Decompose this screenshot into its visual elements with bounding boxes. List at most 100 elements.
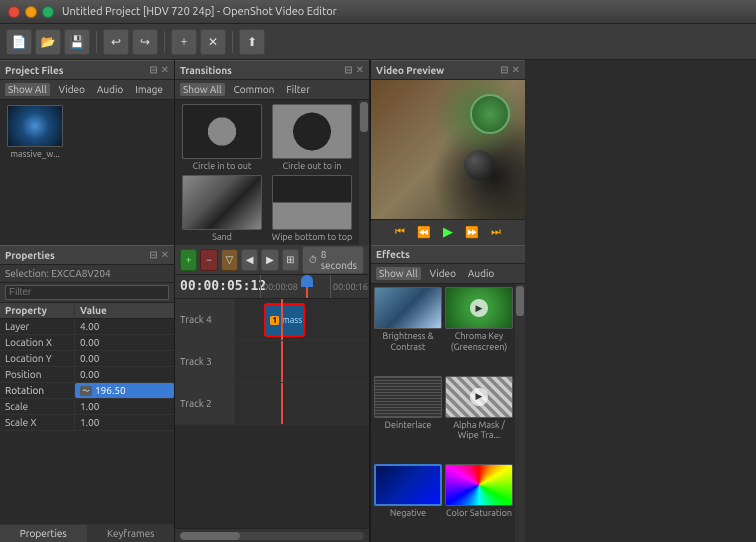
vp-resize-icon[interactable]: ⊟ (500, 64, 508, 76)
preview-end-button[interactable]: ⏭ (486, 223, 506, 243)
new-button[interactable]: 📄 (6, 29, 32, 55)
effects-grid: Brightness & Contrast ▶ Chroma Key (Gree… (371, 284, 515, 542)
minimize-button[interactable] (25, 6, 37, 18)
right-area: Video Preview ⊟ ✕ ⏮ ⏪ ▶ ⏩ ⏭ E (370, 60, 525, 542)
track-playhead-2 (281, 383, 283, 424)
track-content-3[interactable] (235, 341, 369, 382)
save-button[interactable]: 💾 (64, 29, 90, 55)
timeline-back-button[interactable]: ◀ (241, 249, 258, 271)
transition-sand[interactable]: Sand (179, 175, 265, 242)
prop-val-scalex[interactable]: 1.00 (75, 415, 174, 430)
transitions-scrollbar[interactable] (359, 100, 369, 245)
prop-row-scale[interactable]: Scale 1.00 (0, 399, 174, 415)
effect-chroma-key[interactable]: ▶ Chroma Key (Greenscreen) (445, 287, 513, 373)
vp-close-icon[interactable]: ✕ (512, 64, 520, 76)
titlebar: Untitled Project [HDV 720 24p] - OpenSho… (0, 0, 756, 24)
add-marker-button[interactable]: + (171, 29, 197, 55)
trans-tab-common[interactable]: Common (231, 83, 278, 96)
transitions-header: Transitions ⊟ ✕ (175, 60, 369, 80)
prop-row-locy[interactable]: Location Y 0.00 (0, 351, 174, 367)
track-content-2[interactable] (235, 383, 369, 424)
preview-forward-button[interactable]: ⏩ (462, 223, 482, 243)
effects-tab-audio[interactable]: Audio (465, 267, 497, 280)
tab-video[interactable]: Video (56, 83, 88, 96)
preview-rewind-button[interactable]: ⏮ (390, 223, 410, 243)
prop-val-locx[interactable]: 0.00 (75, 335, 174, 350)
prop-row-layer[interactable]: Layer 4.00 (0, 319, 174, 335)
trans-close-icon[interactable]: ✕ (356, 64, 364, 76)
effect-brightness-contrast[interactable]: Brightness & Contrast (374, 287, 442, 373)
project-files-tabs: Show All Video Audio Image (0, 80, 174, 100)
prop-val-locy[interactable]: 0.00 (75, 351, 174, 366)
filter-button[interactable]: ▽ (221, 249, 238, 271)
effect-thumb-negative (374, 464, 442, 506)
trans-tab-showall[interactable]: Show All (180, 83, 225, 96)
tab-audio[interactable]: Audio (94, 83, 126, 96)
prop-val-pos[interactable]: 0.00 (75, 367, 174, 382)
curve-icon[interactable]: 〜 (80, 386, 92, 396)
time-badge-text: 8 seconds (321, 249, 357, 271)
effect-deinterlace[interactable]: Deinterlace (374, 376, 442, 462)
transitions-content: Circle in to out Circle out to in Sand W… (175, 100, 369, 245)
transition-circle-in-out[interactable]: Circle in to out (179, 104, 265, 171)
transition-circle-out-in[interactable]: Circle out to in (269, 104, 355, 171)
prop-val-scale[interactable]: 1.00 (75, 399, 174, 414)
redo-button[interactable]: ↪ (132, 29, 158, 55)
timeline-scrollbar[interactable] (175, 528, 369, 542)
trans-resize-icon[interactable]: ⊟ (344, 64, 352, 76)
properties-tabs: Properties Keyframes (0, 524, 174, 542)
prop-val-rotation[interactable]: 〜 196.50 (75, 383, 174, 398)
video-circle-overlay (470, 94, 510, 134)
project-file-item[interactable]: massive_w... (5, 105, 65, 159)
effects-panel: Effects Show All Video Audio Brightness … (370, 245, 525, 542)
prop-val-layer[interactable]: 4.00 (75, 319, 174, 334)
tab-keyframes[interactable]: Keyframes (88, 525, 175, 542)
effect-alpha-mask[interactable]: ▶ Alpha Mask / Wipe Tra... (445, 376, 513, 462)
track-row-4: Track 4 1 massive_... (175, 299, 369, 341)
trans-tab-filter[interactable]: Filter (283, 83, 313, 96)
undo-button[interactable]: ↩ (103, 29, 129, 55)
effect-negative[interactable]: Negative (374, 464, 442, 539)
effect-thumb-alpha: ▶ (445, 376, 513, 418)
playhead-line (306, 275, 308, 298)
timeline-content: 00:00:05:12 00:00:08 00:00:16 00:00:24 0… (175, 275, 369, 542)
filter-input[interactable] (5, 285, 169, 300)
properties-resize-icon[interactable]: ⊟ (149, 249, 157, 261)
prop-name-layer: Layer (0, 319, 75, 334)
playhead-marker (301, 275, 313, 287)
effect-color-saturation[interactable]: Color Saturation (445, 464, 513, 539)
transitions-title: Transitions (180, 65, 232, 76)
properties-close-icon[interactable]: ✕ (161, 249, 169, 261)
remove-clip-button[interactable]: − (200, 249, 217, 271)
effect-thumb-color-sat (445, 464, 513, 506)
remove-button[interactable]: ✕ (200, 29, 226, 55)
prop-row-rotation[interactable]: Rotation 〜 196.50 (0, 383, 174, 399)
add-clip-button[interactable]: + (180, 249, 197, 271)
effects-scrollbar[interactable] (515, 284, 525, 542)
preview-back-button[interactable]: ⏪ (414, 223, 434, 243)
track-content-4[interactable]: 1 massive_... (235, 299, 369, 340)
snap-button[interactable]: ⊞ (282, 249, 299, 271)
panel-close-icon[interactable]: ✕ (161, 64, 169, 76)
clip-block-massive[interactable]: 1 massive_... (264, 303, 304, 337)
track-row-2: Track 2 (175, 383, 369, 425)
tab-show-all[interactable]: Show All (5, 83, 50, 96)
preview-play-button[interactable]: ▶ (438, 223, 458, 243)
timeline-fwd-button[interactable]: ▶ (261, 249, 278, 271)
effects-tab-showall[interactable]: Show All (376, 267, 421, 280)
maximize-button[interactable] (42, 6, 54, 18)
transition-wipe-bottom[interactable]: Wipe bottom to top (269, 175, 355, 242)
close-button[interactable] (8, 6, 20, 18)
track-label-2: Track 2 (175, 383, 235, 424)
prop-row-pos[interactable]: Position 0.00 (0, 367, 174, 383)
panel-resize-icon[interactable]: ⊟ (149, 64, 157, 76)
trans-thumb-wipe-bottom (272, 175, 352, 230)
prop-row-scalex[interactable]: Scale X 1.00 (0, 415, 174, 431)
tab-properties[interactable]: Properties (0, 525, 88, 542)
tab-image[interactable]: Image (132, 83, 166, 96)
open-button[interactable]: 📂 (35, 29, 61, 55)
effects-tab-video[interactable]: Video (427, 267, 459, 280)
prop-row-locx[interactable]: Location X 0.00 (0, 335, 174, 351)
prop-name-pos: Position (0, 367, 75, 382)
export-button[interactable]: ⬆ (239, 29, 265, 55)
